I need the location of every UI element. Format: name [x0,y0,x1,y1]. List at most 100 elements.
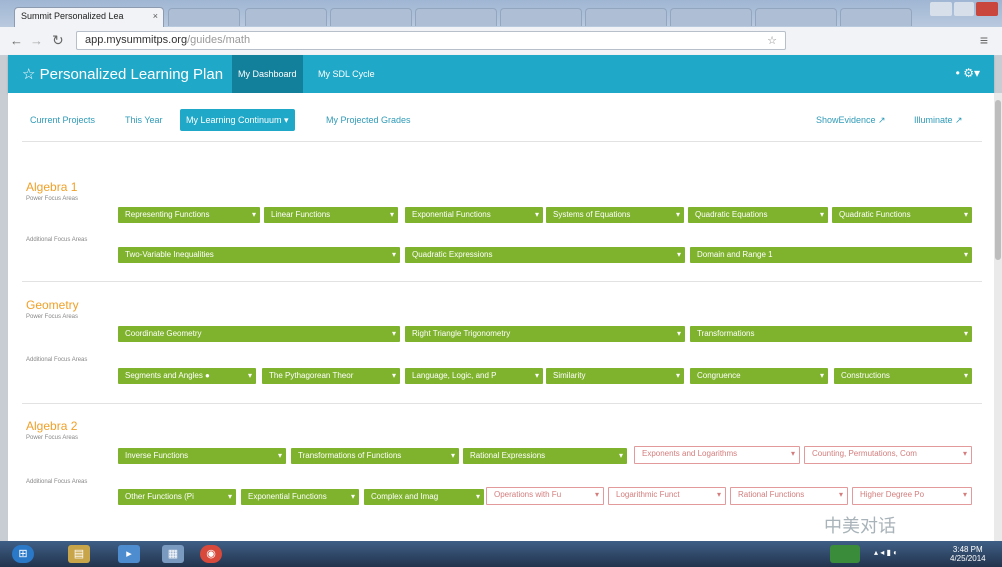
focus-area-chip[interactable]: Exponents and Logarithms ▾ [634,446,800,464]
tab-my-learning-continuum[interactable]: My Learning Continuum ▾ [180,109,295,131]
focus-area-chip[interactable]: Quadratic Expressions ▾ [405,247,685,263]
chevron-down-icon: ▾ [227,492,232,501]
background-tab[interactable] [840,8,912,26]
clock[interactable]: 3:48 PM 4/25/2014 [950,545,986,563]
focus-area-chip[interactable]: Logarithmic Funct ▾ [608,487,726,505]
background-tab[interactable] [670,8,752,26]
chevron-down-icon: ▾ [790,449,795,458]
chevron-down-icon: ▾ [716,490,721,499]
focus-area-chip[interactable]: Counting, Permutations, Com ▾ [804,446,972,464]
start-button-icon[interactable]: ⊞ [12,545,34,563]
address-bar[interactable]: app.mysummitps.org/guides/math ☆ [76,31,786,50]
window-close-button[interactable] [976,2,998,16]
illuminate-link[interactable]: Illuminate ↗ [914,109,963,131]
power-focus-label: Power Focus Areas [26,435,79,441]
chevron-down-icon: ▾ [251,210,256,219]
background-tab[interactable] [585,8,667,26]
show-evidence-link[interactable]: ShowEvidence ↗ [816,109,886,131]
background-tab[interactable] [415,8,497,26]
focus-area-chip[interactable]: Systems of Equations ▾ [546,207,684,223]
settings-gear-icon[interactable]: • ⚙▾ [956,66,980,80]
chevron-down-icon: ▾ [391,329,396,338]
clock-time: 3:48 PM [952,545,983,554]
focus-area-chip[interactable]: Similarity ▾ [546,368,684,384]
focus-area-chip[interactable]: Transformations ▾ [690,326,972,342]
reload-icon[interactable]: ↻ [52,32,64,49]
maximize-button[interactable] [954,2,974,16]
divider [22,281,982,282]
media-icon[interactable]: ▸ [118,545,140,563]
background-tab[interactable] [245,8,327,26]
chevron-down-icon: ▾ [963,210,968,219]
nav-my-dashboard[interactable]: My Dashboard [232,55,303,93]
chevron-down-icon: ▾ [389,210,394,219]
section-title-geometry: Geometry [26,298,79,312]
background-tab[interactable] [755,8,837,26]
main-content: Current Projects This Year My Learning C… [8,93,994,541]
folder-icon[interactable]: ▤ [68,545,90,563]
focus-area-chip[interactable]: Quadratic Equations ▾ [688,207,828,223]
focus-area-chip[interactable]: Right Triangle Trigonometry ▾ [405,326,685,342]
focus-area-chip[interactable]: Constructions ▾ [834,368,972,384]
chevron-down-icon: ▾ [391,371,396,380]
browser-tab[interactable]: Summit Personalized Lea × [14,7,164,27]
os-taskbar: ⊞ ▤ ▸ ▦ ◉ ▴ ◂ ▮ ◐ 3:48 PM 4/25/2014 [0,541,1002,567]
tab-this-year[interactable]: This Year [125,109,163,131]
power-focus-label: Power Focus Areas [26,314,79,320]
nav-my-sdl-cycle[interactable]: My SDL Cycle [312,55,381,93]
tray-icons[interactable]: ▴ ◂ ▮ ◐ [874,548,898,557]
focus-area-chip[interactable]: Two-Variable Inequalities ▾ [118,247,400,263]
focus-area-chip[interactable]: Exponential Functions ▾ [405,207,543,223]
chevron-down-icon: ▾ [675,210,680,219]
focus-area-chip[interactable]: Representing Functions ▾ [118,207,260,223]
chevron-down-icon: ▾ [534,371,539,380]
minimize-button[interactable] [930,2,952,16]
focus-area-chip[interactable]: Congruence ▾ [690,368,828,384]
background-tab[interactable] [500,8,582,26]
focus-area-chip[interactable]: Higher Degree Po ▾ [852,487,972,505]
background-tab[interactable] [168,8,240,26]
additional-focus-label: Additional Focus Areas [26,357,88,363]
tab-my-projected-grades[interactable]: My Projected Grades [326,109,411,131]
tab-title: Summit Personalized Lea [21,11,124,21]
app-header: ☆ Personalized Learning Plan My Dashboar… [8,55,994,93]
focus-area-chip[interactable]: Complex and Imag ▾ [364,489,484,505]
focus-area-chip[interactable]: Operations with Fu ▾ [486,487,604,505]
clock-date: 4/25/2014 [950,554,986,563]
focus-area-chip[interactable]: Language, Logic, and P ▾ [405,368,543,384]
focus-area-chip[interactable]: Segments and Angles ● ▾ [118,368,256,384]
scrollbar-thumb[interactable] [995,100,1001,260]
focus-area-chip[interactable]: Coordinate Geometry ▾ [118,326,400,342]
calculator-icon[interactable]: ▦ [162,545,184,563]
chevron-down-icon: ▾ [534,210,539,219]
back-icon[interactable]: ← [10,33,23,48]
browser-tabstrip: Summit Personalized Lea × [0,0,1002,27]
wrench-menu-icon[interactable]: ≡ [980,32,988,48]
focus-area-chip[interactable]: Other Functions (Pi ▾ [118,489,236,505]
focus-area-chip[interactable]: Transformations of Functions ▾ [291,448,459,464]
section-title-algebra-2: Algebra 2 [26,419,78,433]
focus-area-chip[interactable]: Rational Expressions ▾ [463,448,627,464]
chevron-down-icon: ▾ [819,210,824,219]
focus-area-chip[interactable]: Inverse Functions ▾ [118,448,286,464]
focus-area-chip[interactable]: The Pythagorean Theor ▾ [262,368,400,384]
chevron-down-icon: ▾ [475,492,480,501]
tab-close-icon[interactable]: × [153,11,158,21]
focus-area-chip[interactable]: Rational Functions ▾ [730,487,848,505]
chrome-icon[interactable]: ◉ [200,545,222,563]
focus-area-chip[interactable]: Linear Functions ▾ [264,207,398,223]
focus-area-chip[interactable]: Exponential Functions ▾ [241,489,359,505]
app-title[interactable]: ☆ Personalized Learning Plan [22,65,223,83]
chevron-down-icon: ▾ [676,329,681,338]
tab-current-projects[interactable]: Current Projects [30,109,95,131]
tray-app-icon[interactable] [830,545,860,563]
additional-focus-label: Additional Focus Areas [26,237,88,243]
focus-area-chip[interactable]: Quadratic Functions ▾ [832,207,972,223]
focus-area-chip[interactable]: Domain and Range 1 ▾ [690,247,972,263]
background-tab[interactable] [330,8,412,26]
chevron-down-icon: ▾ [676,250,681,259]
chevron-down-icon: ▾ [391,250,396,259]
power-focus-label: Power Focus Areas [26,196,79,202]
bookmark-star-icon[interactable]: ☆ [767,34,777,47]
forward-icon[interactable]: → [30,33,43,48]
